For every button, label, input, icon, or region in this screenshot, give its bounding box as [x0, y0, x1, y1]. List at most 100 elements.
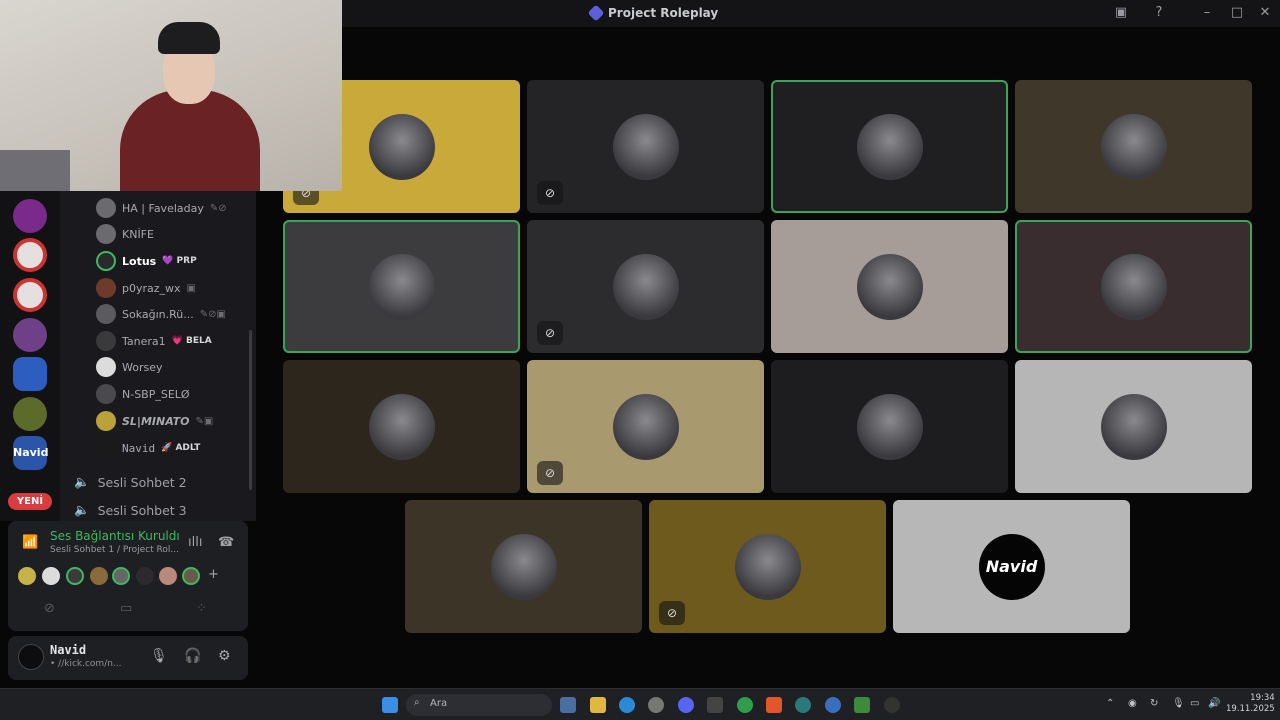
avatar[interactable]	[96, 224, 116, 244]
voice-member[interactable]: SL|MINATO ✎▣	[96, 410, 213, 432]
minimize-button[interactable]: –	[1199, 5, 1215, 21]
video-tile[interactable]	[771, 220, 1008, 353]
avatar[interactable]	[96, 384, 116, 404]
user-name[interactable]: Navid	[50, 643, 86, 657]
steam-icon[interactable]	[560, 697, 576, 713]
folder-icon[interactable]	[590, 697, 606, 713]
voice-member[interactable]: KNİFE	[96, 223, 154, 245]
voice-member[interactable]: HA | Faveladay ✎⊘	[96, 197, 227, 219]
voice-member[interactable]: Navid 🚀 ADLT	[96, 437, 200, 459]
tray-icon[interactable]: ↻	[1150, 698, 1158, 709]
avatar[interactable]	[96, 251, 116, 271]
search-box[interactable]: ⌕ Ara	[406, 694, 552, 716]
video-tile[interactable]: ⊘	[649, 500, 886, 633]
app-icon[interactable]	[795, 697, 811, 713]
add-icon[interactable]: +	[208, 567, 219, 582]
avatar[interactable]	[96, 357, 116, 377]
camera-off-icon[interactable]: ⊘	[44, 601, 55, 616]
avatar[interactable]	[96, 411, 116, 431]
avatar[interactable]	[112, 567, 130, 585]
voice-member[interactable]: Lotus 💜 PRP	[96, 250, 197, 272]
discord-icon[interactable]	[678, 697, 694, 713]
voice-member[interactable]: Tanera1 💗 BELA	[96, 330, 212, 352]
channel-scrollbar[interactable]	[249, 330, 252, 490]
video-tile[interactable]	[405, 500, 642, 633]
headphones-icon[interactable]: 🎧	[184, 648, 201, 664]
avatar	[368, 253, 435, 320]
video-tile[interactable]	[283, 360, 520, 493]
clock[interactable]: 19:34 19.11.2025	[1226, 693, 1275, 715]
server-icon[interactable]	[13, 238, 47, 272]
server-icon[interactable]	[13, 397, 47, 431]
obs-icon[interactable]	[884, 697, 900, 713]
video-tile[interactable]	[771, 360, 1008, 493]
app-icon[interactable]	[707, 697, 723, 713]
activities-icon[interactable]: ⁘	[196, 601, 207, 616]
signal-icon[interactable]: 📶	[22, 535, 38, 550]
noise-suppression-icon[interactable]: ıllı	[188, 535, 202, 550]
server-icon-navid[interactable]: Navid	[13, 436, 48, 470]
video-tile[interactable]	[1015, 80, 1252, 213]
avatar[interactable]	[136, 567, 154, 585]
avatar[interactable]	[96, 304, 116, 324]
voice-member[interactable]: p0yraz_wx ▣	[96, 277, 196, 299]
app-icon[interactable]	[648, 697, 664, 713]
voice-channel-3[interactable]: 🔈 Sesli Sohbet 3	[74, 500, 187, 520]
close-button[interactable]: ✕	[1257, 5, 1273, 21]
brave-icon[interactable]	[766, 697, 782, 713]
chrome-icon[interactable]	[737, 697, 753, 713]
app-icon[interactable]	[825, 697, 841, 713]
video-tile[interactable]	[283, 220, 520, 353]
video-tile[interactable]	[1015, 360, 1252, 493]
video-tile[interactable]: ⊘	[527, 360, 764, 493]
settings-icon[interactable]: ⚙	[218, 648, 231, 664]
inbox-icon[interactable]: ▣	[1113, 5, 1129, 21]
server-icon[interactable]	[13, 318, 47, 352]
voice-channel-2[interactable]: 🔈 Sesli Sohbet 2	[74, 472, 187, 492]
voice-channel-label: Sesli Sohbet 3	[97, 502, 187, 518]
new-badge[interactable]: YENİ	[8, 493, 52, 510]
disconnect-icon[interactable]: ☎	[218, 535, 234, 550]
avatar[interactable]	[18, 567, 36, 585]
avatar[interactable]	[96, 331, 116, 351]
avatar[interactable]	[66, 567, 84, 585]
avatar[interactable]	[42, 567, 60, 585]
voice-status[interactable]: Ses Bağlantısı Kuruldı	[50, 529, 180, 543]
avatar[interactable]	[159, 567, 177, 585]
voice-member[interactable]: Worsey	[96, 356, 163, 378]
tray-mic-icon[interactable]: 🎙	[1172, 698, 1185, 709]
app-icon[interactable]	[854, 697, 870, 713]
help-icon[interactable]: ?	[1151, 5, 1167, 21]
avatar[interactable]	[18, 644, 44, 670]
server-icon[interactable]	[13, 199, 47, 233]
voice-member[interactable]: N-SBP_SELØ	[96, 383, 190, 405]
server-icon[interactable]	[13, 357, 47, 391]
avatar[interactable]	[182, 567, 200, 585]
volume-icon[interactable]: 🔊	[1208, 698, 1220, 709]
video-tile[interactable]: ⊘	[527, 80, 764, 213]
start-icon[interactable]	[382, 697, 398, 713]
video-tile[interactable]: Navid	[893, 500, 1130, 633]
avatar	[612, 113, 679, 180]
network-icon[interactable]: ▭	[1190, 698, 1199, 709]
maximize-button[interactable]: □	[1229, 5, 1245, 21]
avatar[interactable]	[90, 567, 108, 585]
avatar[interactable]	[96, 438, 116, 458]
video-tile[interactable]	[1015, 220, 1252, 353]
video-tile[interactable]: ⊘	[527, 220, 764, 353]
edge-icon[interactable]	[619, 697, 635, 713]
video-tile[interactable]	[771, 80, 1008, 213]
server-icon[interactable]	[13, 278, 47, 312]
member-name: p0yraz_wx	[122, 281, 181, 295]
user-status[interactable]: • //kick.com/n...	[50, 659, 122, 669]
avatar[interactable]	[96, 278, 116, 298]
voice-channel-path[interactable]: Sesli Sohbet 1 / Project Rol...	[50, 545, 179, 555]
microphone-icon[interactable]: 🎙	[150, 648, 168, 664]
avatar[interactable]	[96, 198, 116, 218]
member-status-icons: ✎▣	[195, 415, 214, 427]
clock-date: 19.11.2025	[1226, 704, 1275, 714]
tray-chevron-icon[interactable]: ⌃	[1106, 698, 1114, 709]
voice-member[interactable]: Sokağın.Rü... ✎⊘▣	[96, 303, 226, 325]
tray-icon[interactable]: ◉	[1128, 698, 1137, 709]
screen-share-icon[interactable]: ▭	[120, 601, 132, 616]
